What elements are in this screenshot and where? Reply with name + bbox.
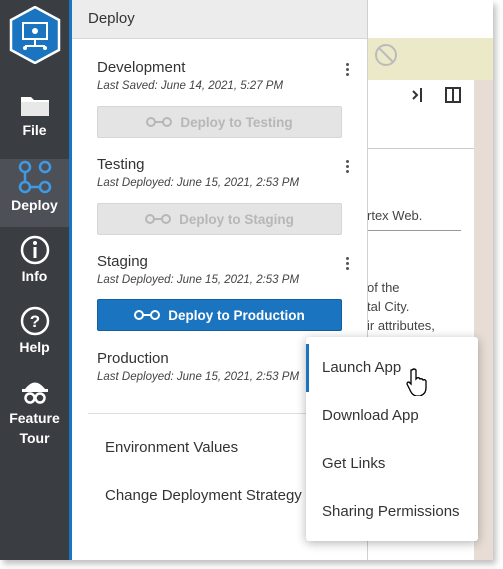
env-name: Development <box>97 59 186 76</box>
env-name: Staging <box>97 253 148 270</box>
deploy-to-testing-button[interactable]: Deploy to Testing <box>97 106 342 138</box>
environment-values-link[interactable]: Environment Values <box>105 439 238 456</box>
menu-item-sharing-permissions[interactable]: Sharing Permissions <box>306 488 478 536</box>
more-options-icon[interactable] <box>342 61 352 81</box>
menu-item-download-app[interactable]: Download App <box>306 392 478 440</box>
deploy-icon <box>145 214 172 224</box>
menu-item-get-links[interactable]: Get Links <box>306 440 478 488</box>
folder-icon <box>20 97 49 116</box>
nav-label: Info <box>21 268 48 284</box>
env-timestamp: Last Deployed: June 15, 2021, 2:53 PM <box>97 274 300 286</box>
app-window: rtex Web. of the tal City. ir attributes… <box>0 0 493 560</box>
collapse-left-icon[interactable] <box>410 86 426 104</box>
deploy-icon <box>18 160 51 194</box>
nav-item-deploy[interactable]: Deploy <box>0 159 69 227</box>
nav-label: Deploy <box>11 197 58 213</box>
split-panel-icon[interactable] <box>444 86 462 104</box>
env-timestamp: Last Deployed: June 15, 2021, 2:53 PM <box>97 177 300 189</box>
more-options-icon[interactable] <box>342 158 352 178</box>
nav-item-file[interactable]: File <box>0 90 69 158</box>
hand-cursor-icon <box>406 368 427 396</box>
button-label: Deploy to Staging <box>179 211 294 227</box>
map-pin-icon <box>375 44 397 66</box>
help-icon: ? <box>20 306 49 336</box>
change-deployment-strategy-link[interactable]: Change Deployment Strategy <box>105 487 302 504</box>
deploy-icon <box>134 310 161 320</box>
nav-item-info[interactable]: Info <box>0 234 69 302</box>
nav-label: File <box>22 122 47 138</box>
bg-text: of the <box>367 280 400 295</box>
app-logo-icon <box>9 6 61 64</box>
info-icon <box>20 235 49 265</box>
bg-text: rtex Web. <box>367 208 423 223</box>
svg-text:?: ? <box>29 312 39 331</box>
bg-text: ir attributes, <box>367 318 435 333</box>
deploy-icon <box>146 117 173 127</box>
explorer-icon <box>21 382 48 404</box>
env-name: Testing <box>97 156 145 173</box>
bg-underline <box>367 230 461 231</box>
production-options-menu: Launch App Download App Get Links Sharin… <box>306 337 478 541</box>
more-options-icon[interactable] <box>342 255 352 275</box>
nav-label: Feature Tour <box>9 410 60 446</box>
env-testing: Testing Last Deployed: June 15, 2021, 2:… <box>97 156 349 189</box>
deploy-to-production-button[interactable]: Deploy to Production <box>97 299 342 331</box>
env-timestamp: Last Saved: June 14, 2021, 5:27 PM <box>97 80 284 92</box>
bg-text: tal City. <box>367 299 410 314</box>
nav-rail: File Deploy Info ? Help Feature Tour <box>0 0 71 560</box>
menu-item-launch-app[interactable]: Launch App <box>306 344 478 392</box>
nav-item-feature-tour[interactable]: Feature Tour <box>0 376 69 456</box>
panel-title: Deploy <box>72 0 367 39</box>
env-development: Development Last Saved: June 14, 2021, 5… <box>97 59 349 92</box>
nav-label: Help <box>19 339 50 355</box>
button-label: Deploy to Testing <box>180 114 293 130</box>
env-staging: Staging Last Deployed: June 15, 2021, 2:… <box>97 253 349 286</box>
bg-divider <box>367 148 474 149</box>
nav-item-help[interactable]: ? Help <box>0 305 69 373</box>
deploy-to-staging-button[interactable]: Deploy to Staging <box>97 203 342 235</box>
button-label: Deploy to Production <box>168 307 305 323</box>
